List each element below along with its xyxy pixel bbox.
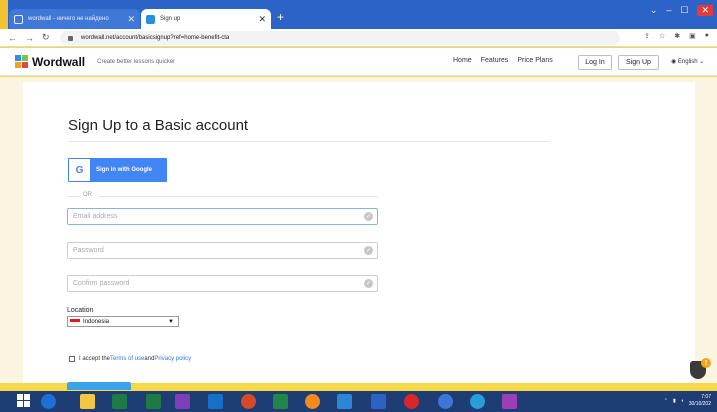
tagline: Create better lessons quicker xyxy=(97,58,176,65)
password-field[interactable]: Password ✓ xyxy=(67,242,378,259)
search-app-icon[interactable] xyxy=(337,394,352,409)
reload-icon[interactable]: ↻ xyxy=(42,32,50,43)
language-selector[interactable]: ◉ English ⌄ xyxy=(671,58,704,65)
maximize-button[interactable]: ☐ xyxy=(680,5,688,16)
title-divider xyxy=(68,141,550,142)
privacy-policy-link[interactable]: Privacy policy xyxy=(154,356,191,362)
nav-home[interactable]: Home xyxy=(453,57,472,64)
terms-and: and xyxy=(144,356,155,362)
file-explorer-icon[interactable] xyxy=(80,394,95,409)
lock-icon[interactable] xyxy=(68,35,73,41)
url-text: wordwall.net/account/basicsignup?ref=hom… xyxy=(81,35,230,41)
terms-row: I accept the Terms of use and Privacy po… xyxy=(69,356,191,362)
url-field[interactable]: wordwall.net/account/basicsignup?ref=hom… xyxy=(60,31,620,45)
check-icon: ✓ xyxy=(364,246,373,255)
chevron-down-icon: ⌄ xyxy=(699,59,705,65)
excel-icon[interactable] xyxy=(146,394,161,409)
site-header: Wordwall Create better lessons quicker H… xyxy=(0,48,717,76)
toolbar-icons: ⇪ ☆ ✱ ▣ ● xyxy=(644,32,709,40)
or-text: OR xyxy=(83,192,92,198)
chrome-icon[interactable] xyxy=(470,394,485,409)
edge-browser-icon[interactable] xyxy=(41,394,56,409)
back-icon[interactable]: ← xyxy=(8,33,17,43)
or-divider: OR xyxy=(68,192,378,200)
nav-features[interactable]: Features xyxy=(481,57,509,64)
minimize-button[interactable]: – xyxy=(666,5,671,16)
login-button[interactable]: Log In xyxy=(578,55,612,70)
tab-wordwall-search[interactable]: wordwall - ничего не найдено ✕ xyxy=(9,9,140,29)
zoom-icon[interactable] xyxy=(438,394,453,409)
tab-label: wordwall - ничего не найдено xyxy=(28,16,109,22)
confirm-password-field[interactable]: Confirm password ✓ xyxy=(67,275,378,292)
wordwall-logo[interactable]: Wordwall xyxy=(15,54,86,69)
logo-text: Wordwall xyxy=(32,54,86,69)
site-nav: Home Features Price Plans xyxy=(453,57,553,64)
chevron-down-icon: ▼ xyxy=(168,318,174,325)
clock[interactable]: 7:07 30/10/202 xyxy=(689,394,711,408)
bookmark-star-icon[interactable]: ☆ xyxy=(659,32,665,40)
window-controls: ⌄ – ☐ ✕ xyxy=(650,5,713,16)
tab-favicon-icon xyxy=(14,14,23,24)
profile-icon[interactable]: ● xyxy=(705,32,709,40)
check-icon: ✓ xyxy=(364,212,373,221)
password-placeholder: Password xyxy=(73,247,104,254)
location-value: Indonesia xyxy=(83,318,110,325)
extensions-icon[interactable]: ✱ xyxy=(674,32,680,40)
tray-chevron-icon[interactable]: ⌃ xyxy=(664,398,668,404)
windows-start-icon[interactable] xyxy=(17,394,31,408)
terms-prefix: I accept the xyxy=(79,356,111,362)
nav-price-plans[interactable]: Price Plans xyxy=(517,57,552,64)
wordwall-logo-icon xyxy=(15,54,29,69)
signup-button[interactable]: Sign Up xyxy=(618,55,659,70)
google-icon: G xyxy=(69,159,90,181)
browser-tab-strip: wordwall - ничего не найдено ✕ Sign up ✕… xyxy=(0,0,717,29)
sidebar-icon[interactable]: ▣ xyxy=(689,32,696,40)
volume-icon[interactable]: ◖ xyxy=(681,398,684,404)
email-field[interactable]: Email address ✓ xyxy=(67,208,378,225)
publisher-icon[interactable] xyxy=(273,394,288,409)
tab-close-icon[interactable]: ✕ xyxy=(258,14,266,25)
app-g-icon[interactable] xyxy=(502,394,517,409)
language-label: English xyxy=(677,59,698,65)
indonesia-flag-icon xyxy=(70,318,80,325)
forward-icon[interactable]: → xyxy=(25,33,34,43)
google-signin-label: Sign in with Google xyxy=(96,167,152,173)
page-title: Sign Up to a Basic account xyxy=(68,117,249,134)
powerpoint-icon[interactable] xyxy=(241,394,256,409)
new-tab-button[interactable]: + xyxy=(277,10,284,24)
alert-badge-icon: ! xyxy=(701,358,711,368)
clock-time: 7:07 xyxy=(701,394,711,400)
check-icon: ✓ xyxy=(364,279,373,288)
share-icon[interactable]: ⇪ xyxy=(644,32,650,40)
terms-checkbox[interactable] xyxy=(69,356,75,362)
tab-sign-up[interactable]: Sign up ✕ xyxy=(141,9,271,29)
address-bar-row: ← → ↻ wordwall.net/account/basicsignup?r… xyxy=(0,29,717,47)
globe-icon: ◉ xyxy=(671,59,677,65)
network-icon[interactable]: ▮ xyxy=(673,398,676,404)
word-icon[interactable] xyxy=(371,394,386,409)
tab-close-icon[interactable]: ✕ xyxy=(127,14,135,25)
submit-button[interactable] xyxy=(67,382,131,390)
close-window-button[interactable]: ✕ xyxy=(697,5,713,16)
google-signin-button[interactable]: G Sign in with Google xyxy=(68,158,167,182)
system-tray: ⌃ ▮ ◖ 7:07 30/10/202 xyxy=(664,394,711,408)
firefox-icon[interactable] xyxy=(305,394,320,409)
terms-of-use-link[interactable]: Terms of use xyxy=(110,356,144,362)
tab-label: Sign up xyxy=(160,16,181,22)
opera-icon[interactable] xyxy=(404,394,419,409)
onenote-icon[interactable] xyxy=(175,394,190,409)
windows-taskbar: ⌃ ▮ ◖ 7:07 30/10/202 xyxy=(0,391,717,412)
confirm-password-placeholder: Confirm password xyxy=(73,280,130,287)
email-placeholder: Email address xyxy=(73,213,118,220)
location-label: Location xyxy=(67,307,94,314)
tab-search-icon[interactable]: ⌄ xyxy=(650,5,658,16)
security-shield-icon[interactable]: ! xyxy=(690,358,711,379)
clock-date: 30/10/202 xyxy=(688,401,711,407)
outlook-icon[interactable] xyxy=(208,394,223,409)
wordwall-favicon-icon xyxy=(146,14,155,24)
app-icon[interactable] xyxy=(112,394,127,409)
location-select[interactable]: Indonesia ▼ xyxy=(67,316,179,327)
